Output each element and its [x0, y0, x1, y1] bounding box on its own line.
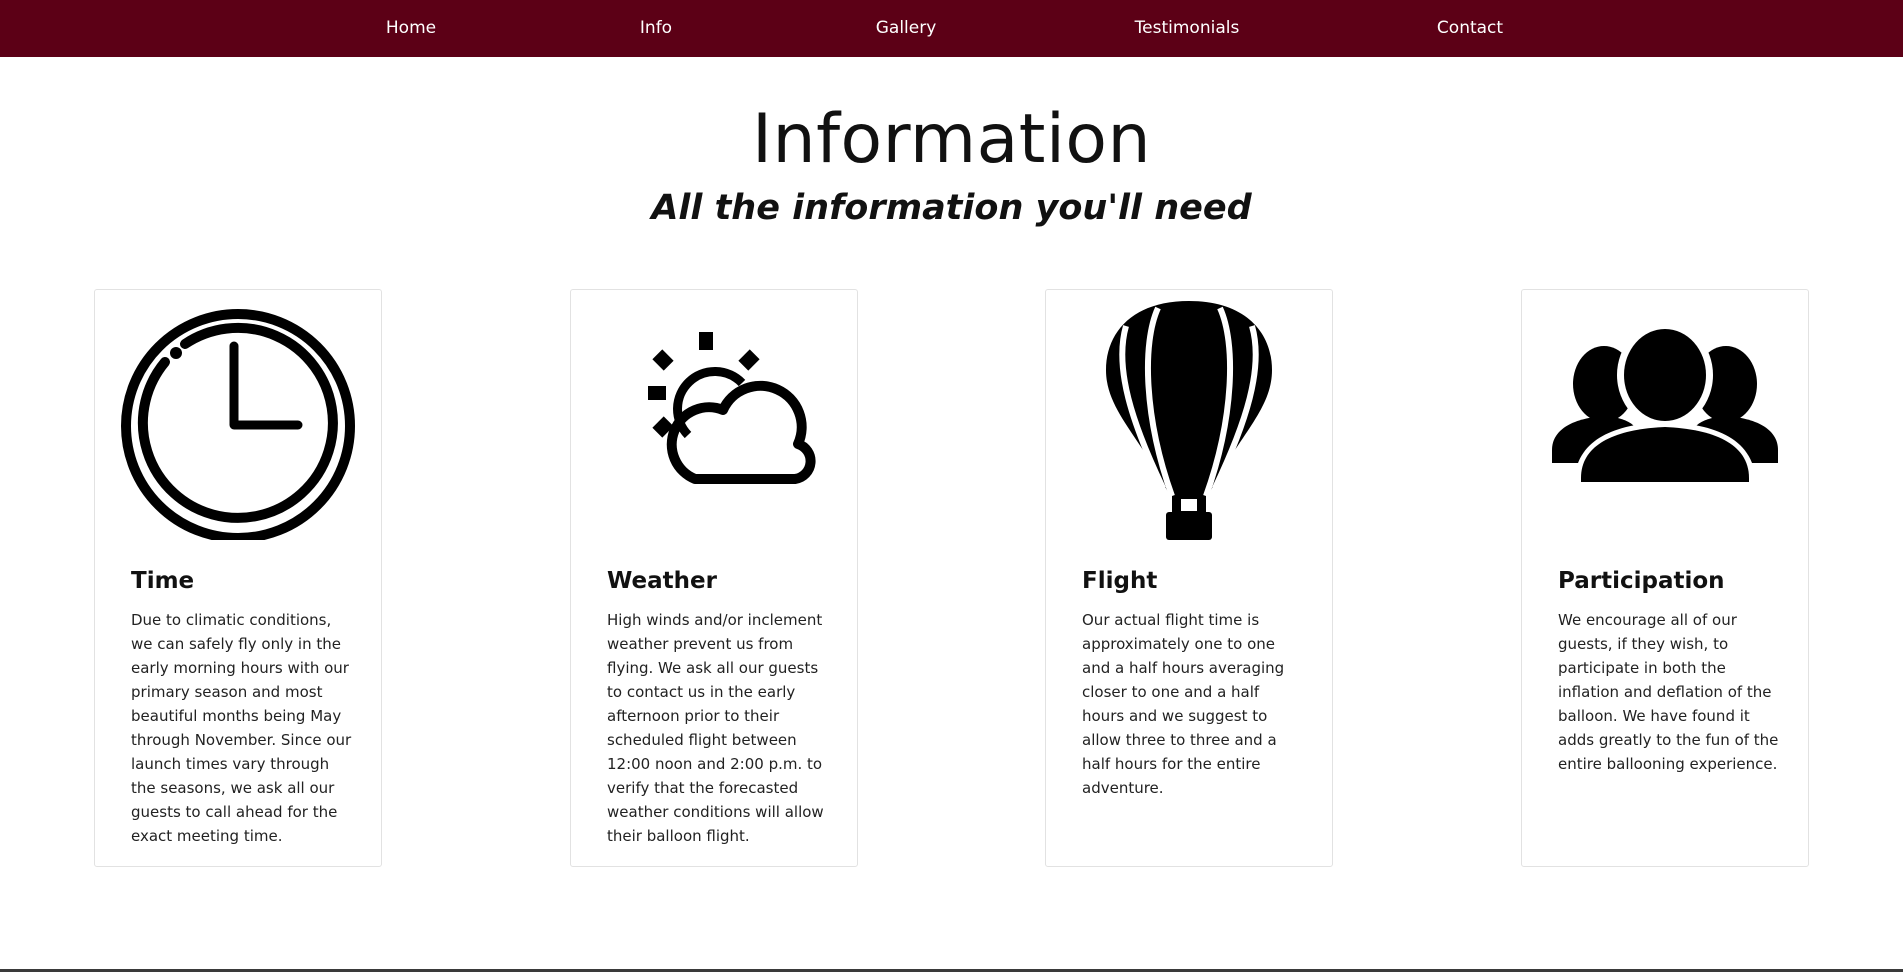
clock-icon	[119, 298, 357, 540]
page-subtitle: All the information you'll need	[651, 188, 1252, 228]
top-navbar: Home Info Gallery Testimonials Contact	[0, 0, 1903, 57]
nav-link-testimonials[interactable]: Testimonials	[1135, 0, 1240, 57]
info-card-flight: Flight Our actual flight time is approxi…	[1045, 289, 1333, 867]
card-title: Participation	[1558, 568, 1725, 594]
group-people-icon	[1546, 298, 1784, 540]
card-title: Weather	[607, 568, 717, 594]
card-text: Our actual flight time is approximately …	[1082, 611, 1285, 797]
card-text: We encourage all of our guests, if they …	[1558, 611, 1779, 773]
sun-cloud-icon	[595, 298, 833, 540]
info-card-weather: Weather High winds and/or inclement weat…	[570, 289, 858, 867]
nav-link-home[interactable]: Home	[386, 0, 436, 57]
nav-link-contact[interactable]: Contact	[1437, 0, 1503, 57]
card-title: Time	[131, 568, 195, 594]
card-text: High winds and/or inclement weather prev…	[607, 611, 824, 845]
nav-link-gallery[interactable]: Gallery	[876, 0, 937, 57]
info-card-participation: Participation We encourage all of our gu…	[1521, 289, 1809, 867]
info-card-time: Time Due to climatic conditions, we can …	[94, 289, 382, 867]
nav-link-info[interactable]: Info	[640, 0, 672, 57]
card-title: Flight	[1082, 568, 1158, 594]
hot-air-balloon-icon	[1070, 298, 1308, 540]
page-title: Information	[751, 100, 1152, 179]
card-text: Due to climatic conditions, we can safel…	[131, 611, 352, 845]
